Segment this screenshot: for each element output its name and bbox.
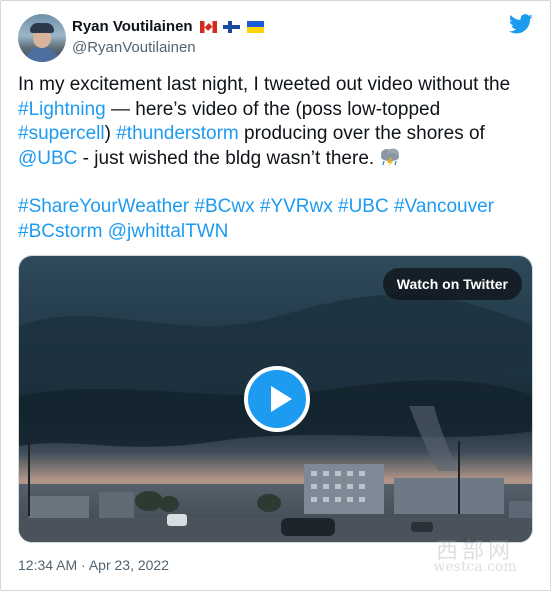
watch-on-twitter-button[interactable]: Watch on Twitter [382,268,522,300]
user-handle[interactable]: @RyanVoutilainen [72,38,266,58]
mention-jwhittaltwn[interactable]: @jwhittalTWN [108,221,229,242]
display-name[interactable]: Ryan Voutilainen [72,18,193,36]
author-info[interactable]: Ryan Voutilainen @RyanVoutilainen [72,18,266,58]
avatar[interactable] [18,14,66,62]
hashtag-vancouver[interactable]: #Vancouver [394,196,494,217]
flag-emojis [200,18,266,36]
canada-flag-icon [200,20,218,33]
watermark-url: westca.com [433,559,517,575]
tweet-timestamp[interactable]: 12:34 AM · Apr 23, 2022 [18,556,169,574]
hashtag-shareyourweather[interactable]: #ShareYourWeather [18,196,189,217]
tweet-text: In my excitement last night, I tweeted o… [18,73,533,244]
play-button-icon[interactable] [244,366,310,432]
hashtag-bcstorm[interactable]: #BCstorm [18,221,102,242]
tweet-paragraph-1: In my excitement last night, I tweeted o… [18,74,511,169]
hashtag-yvrwx[interactable]: #YVRwx [260,196,333,217]
ukraine-flag-icon [246,20,264,33]
site-watermark: 西部网 westca.com [420,533,530,577]
hashtag-bcwx[interactable]: #BCwx [194,196,254,217]
tweet-paragraph-2: #ShareYourWeather #BCwx #YVRwx #UBC #Van… [18,195,533,244]
twitter-bird-icon[interactable] [509,14,533,34]
hashtag-supercell[interactable]: #supercell [18,123,105,144]
hashtag-ubc[interactable]: #UBC [338,196,389,217]
mention-ubc[interactable]: @UBC [18,148,77,169]
cloud-with-lightning-and-rain-emoji-icon [381,148,400,167]
video-player[interactable]: Watch on Twitter [18,255,533,543]
tweet-card: Ryan Voutilainen @RyanVoutilainen In my … [0,0,551,591]
hashtag-thunderstorm[interactable]: #thunderstorm [116,123,239,144]
finland-flag-icon [223,20,241,33]
hashtag-lightning[interactable]: #Lightning [18,99,106,120]
tweet-header: Ryan Voutilainen @RyanVoutilainen [18,14,533,62]
